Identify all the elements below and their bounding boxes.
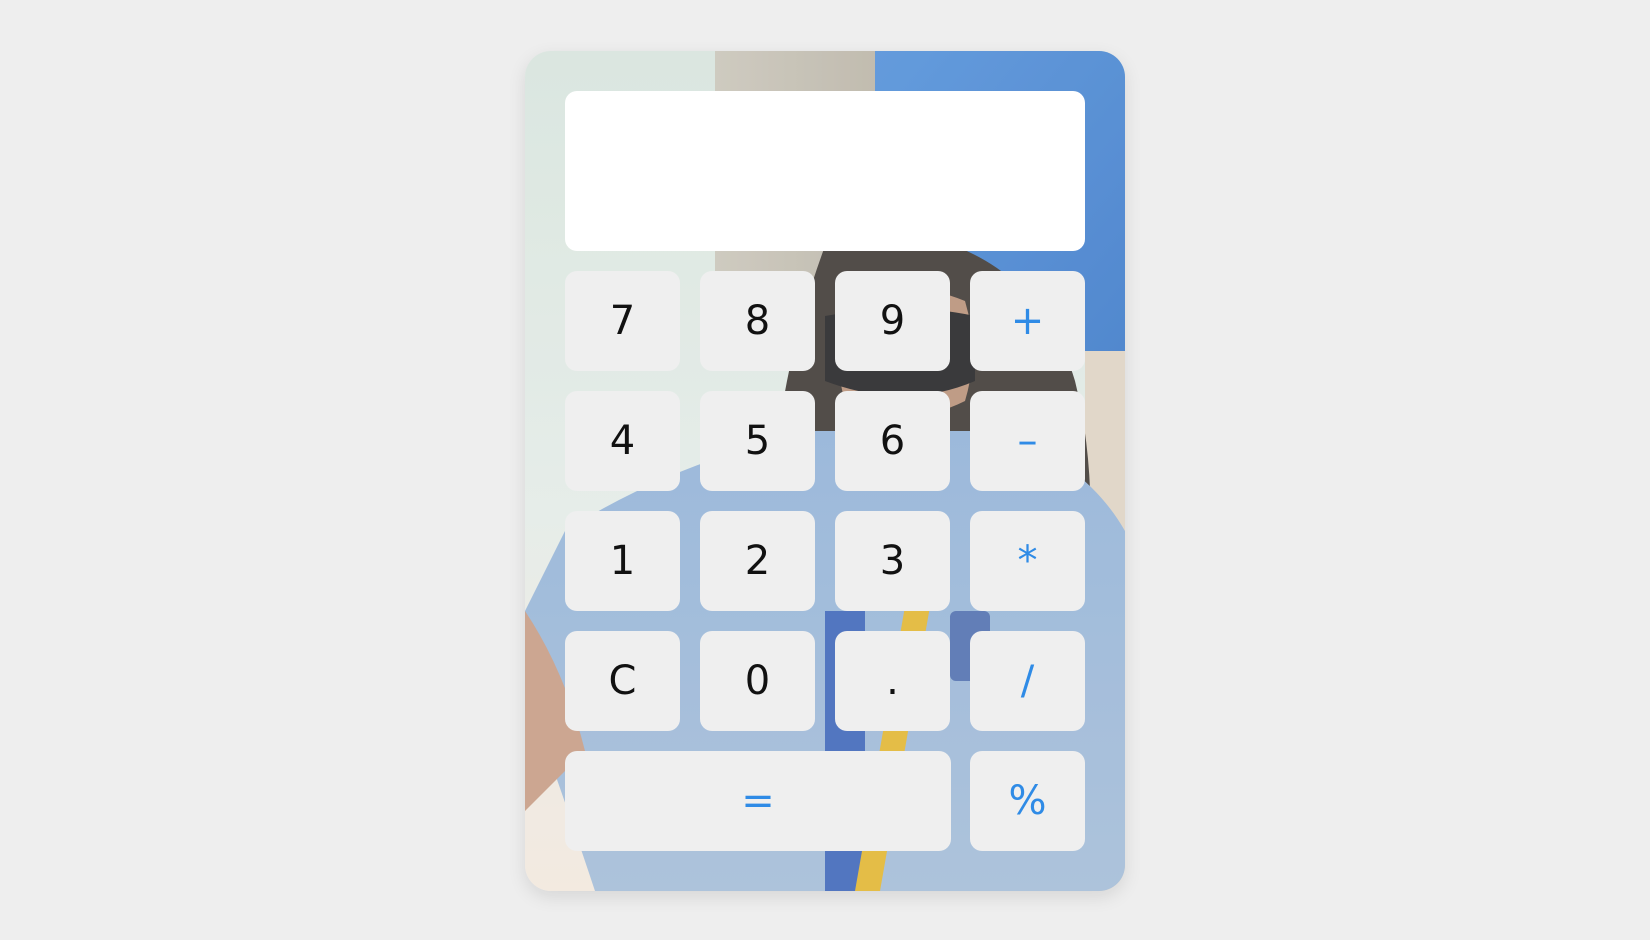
key-equals[interactable]: =	[565, 751, 951, 851]
key-minus[interactable]: –	[970, 391, 1085, 491]
calculator: 7 8 9 + 4 5 6 – 1 2 3 * C 0 . / = %	[525, 51, 1125, 891]
key-9[interactable]: 9	[835, 271, 950, 371]
key-clear[interactable]: C	[565, 631, 680, 731]
key-plus[interactable]: +	[970, 271, 1085, 371]
key-3[interactable]: 3	[835, 511, 950, 611]
key-0[interactable]: 0	[700, 631, 815, 731]
key-multiply[interactable]: *	[970, 511, 1085, 611]
key-6[interactable]: 6	[835, 391, 950, 491]
key-8[interactable]: 8	[700, 271, 815, 371]
key-divide[interactable]: /	[970, 631, 1085, 731]
key-1[interactable]: 1	[565, 511, 680, 611]
calculator-display	[565, 91, 1085, 251]
key-7[interactable]: 7	[565, 271, 680, 371]
key-percent[interactable]: %	[970, 751, 1085, 851]
key-2[interactable]: 2	[700, 511, 815, 611]
key-decimal[interactable]: .	[835, 631, 950, 731]
key-4[interactable]: 4	[565, 391, 680, 491]
key-5[interactable]: 5	[700, 391, 815, 491]
